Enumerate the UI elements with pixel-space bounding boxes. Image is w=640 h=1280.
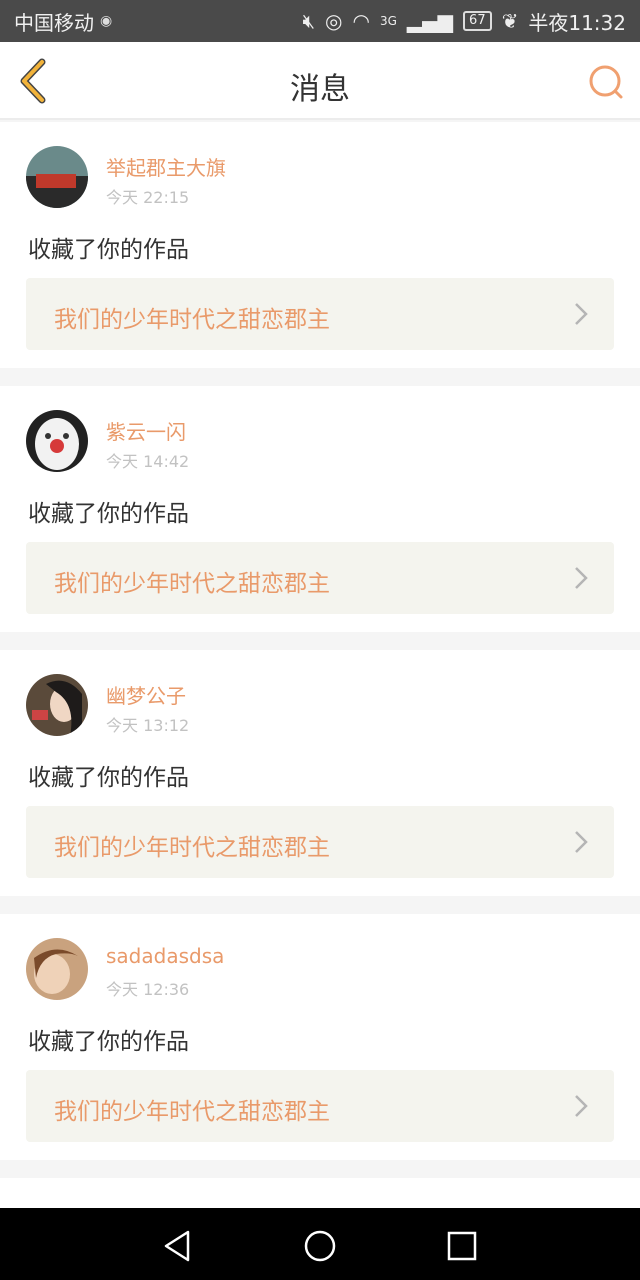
eye-icon: ◎ bbox=[325, 9, 343, 33]
message-list: 举起郡主大旗 今天 22:15 收藏了你的作品 我们的少年时代之甜恋郡主 紫云一… bbox=[0, 122, 640, 1226]
page-title: 消息 bbox=[290, 72, 350, 107]
chevron-right-icon bbox=[575, 831, 588, 853]
work-link[interactable]: 我们的少年时代之甜恋郡主 bbox=[26, 278, 614, 350]
message-time: 今天 14:42 bbox=[106, 452, 190, 471]
search-icon[interactable] bbox=[586, 62, 626, 102]
user-name[interactable]: 紫云一闪 bbox=[106, 416, 186, 445]
signal-icon: ▂▄▆ bbox=[406, 9, 454, 33]
home-circle-icon[interactable] bbox=[302, 1228, 338, 1264]
user-name[interactable]: sadadasdsa bbox=[106, 944, 224, 968]
message-action: 收藏了你的作品 bbox=[28, 501, 189, 527]
work-link[interactable]: 我们的少年时代之甜恋郡主 bbox=[26, 806, 614, 878]
work-title: 我们的少年时代之甜恋郡主 bbox=[54, 835, 330, 861]
work-title: 我们的少年时代之甜恋郡主 bbox=[54, 307, 330, 333]
system-navigation-bar bbox=[0, 1208, 640, 1280]
network-type-label: 3G bbox=[379, 14, 397, 28]
chevron-right-icon bbox=[575, 567, 588, 589]
mute-icon: 🔇︎ bbox=[302, 9, 316, 33]
top-app-bar: 消息 bbox=[0, 42, 640, 120]
message-action: 收藏了你的作品 bbox=[28, 237, 189, 263]
work-link[interactable]: 我们的少年时代之甜恋郡主 bbox=[26, 542, 614, 614]
message-time: 今天 13:12 bbox=[106, 716, 190, 735]
leaf-icon: ❦ bbox=[501, 9, 519, 33]
message-action: 收藏了你的作品 bbox=[28, 765, 189, 791]
work-link[interactable]: 我们的少年时代之甜恋郡主 bbox=[26, 1070, 614, 1142]
avatar[interactable] bbox=[26, 410, 88, 472]
message-card: 举起郡主大旗 今天 22:15 收藏了你的作品 我们的少年时代之甜恋郡主 bbox=[0, 122, 640, 368]
avatar[interactable] bbox=[26, 938, 88, 1000]
battery-icon: 67 bbox=[463, 11, 492, 31]
avatar[interactable] bbox=[26, 674, 88, 736]
avatar[interactable] bbox=[26, 146, 88, 208]
message-card: 幽梦公子 今天 13:12 收藏了你的作品 我们的少年时代之甜恋郡主 bbox=[0, 650, 640, 896]
status-bar: 中国移动 ◉ 🔇︎ ◎ ◠ 3G ▂▄▆ 67 ❦ 半夜11:32 bbox=[0, 0, 640, 42]
message-card: sadadasdsa 今天 12:36 收藏了你的作品 我们的少年时代之甜恋郡主 bbox=[0, 914, 640, 1160]
chevron-right-icon bbox=[575, 303, 588, 325]
recents-square-icon[interactable] bbox=[444, 1228, 480, 1264]
message-time: 今天 22:15 bbox=[106, 188, 190, 207]
chevron-right-icon bbox=[575, 1095, 588, 1117]
clock: 半夜11:32 bbox=[528, 10, 626, 35]
user-name[interactable]: 幽梦公子 bbox=[106, 680, 186, 709]
wifi-icon: ◠ bbox=[352, 9, 370, 33]
back-triangle-icon[interactable] bbox=[160, 1228, 196, 1264]
message-action: 收藏了你的作品 bbox=[28, 1029, 189, 1055]
message-card: 紫云一闪 今天 14:42 收藏了你的作品 我们的少年时代之甜恋郡主 bbox=[0, 386, 640, 632]
message-card-partial bbox=[0, 1178, 640, 1208]
status-icons: 🔇︎ ◎ ◠ 3G ▂▄▆ 67 ❦ 半夜11:32 bbox=[302, 7, 626, 36]
notification-icon: ◉ bbox=[100, 13, 113, 29]
message-time: 今天 12:36 bbox=[106, 980, 190, 999]
work-title: 我们的少年时代之甜恋郡主 bbox=[54, 1099, 330, 1125]
work-title: 我们的少年时代之甜恋郡主 bbox=[54, 571, 330, 597]
carrier-label: 中国移动 bbox=[14, 10, 94, 35]
user-name[interactable]: 举起郡主大旗 bbox=[106, 152, 226, 181]
